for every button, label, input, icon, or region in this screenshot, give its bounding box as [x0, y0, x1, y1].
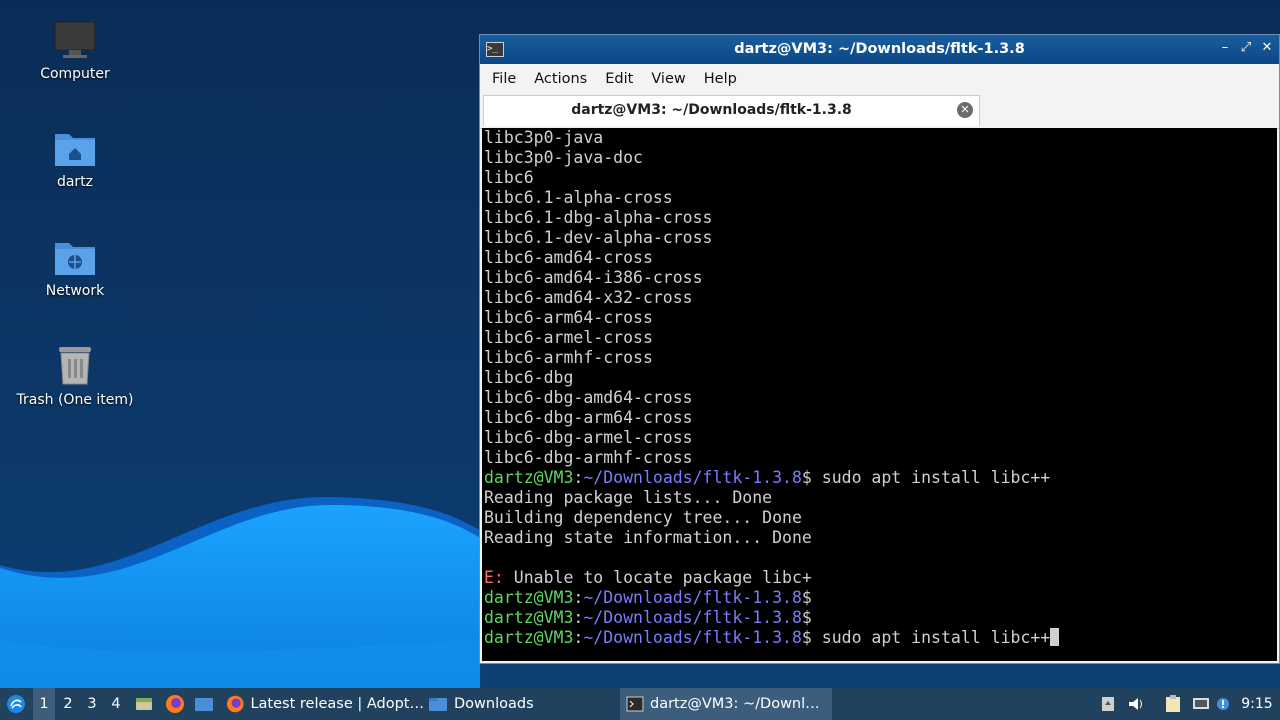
trash-icon	[59, 347, 91, 385]
prompt-user: dartz@VM3	[484, 628, 574, 647]
desktop-icon-label: dartz	[56, 174, 94, 190]
output-line: Building dependency tree... Done	[484, 508, 802, 527]
folder-icon	[429, 698, 447, 711]
prompt-path: ~/Downloads/fltk-1.3.8	[583, 628, 802, 647]
desktop-icon-label: Trash (One item)	[16, 392, 134, 408]
tab-bar: dartz@VM3: ~/Downloads/fltk-1.3.8 ✕	[480, 94, 1279, 129]
workspace-1[interactable]: 1	[33, 688, 55, 720]
desktop-icon-label: Computer	[40, 66, 110, 82]
desktop-icon-label: Network	[45, 283, 105, 299]
maximize-button[interactable]: ⤢	[1238, 40, 1254, 55]
error-line: E: Unable to locate package libc+	[482, 568, 1277, 588]
menu-help[interactable]: Help	[695, 71, 746, 87]
lubuntu-logo-icon	[7, 695, 25, 713]
window-titlebar[interactable]: >_ dartz@VM3: ~/Downloads/fltk-1.3.8 – ⤢…	[480, 35, 1279, 64]
firefox-icon	[226, 695, 244, 713]
task-terminal[interactable]: dartz@VM3: ~/Downl…	[620, 688, 832, 720]
minimize-button[interactable]: –	[1217, 40, 1233, 55]
output-line: libc3p0-java-doc	[484, 148, 643, 167]
menu-bar: File Actions Edit View Help	[480, 64, 1279, 94]
desktop-icon-network[interactable]: Network	[10, 237, 140, 299]
output-line: libc6-dbg-amd64-cross	[484, 388, 693, 407]
file-manager-icon	[136, 698, 152, 710]
prompt-user: dartz@VM3	[484, 468, 574, 487]
workspace-3[interactable]: 3	[81, 688, 103, 720]
text-cursor	[1050, 628, 1060, 646]
home-folder-icon	[55, 134, 95, 166]
prompt-line: dartz@VM3:~/Downloads/fltk-1.3.8$ sudo a…	[482, 628, 1277, 648]
output-line: libc6.1-alpha-cross	[484, 188, 673, 207]
firefox-launcher[interactable]	[163, 688, 187, 720]
tab-label: dartz@VM3: ~/Downloads/fltk-1.3.8	[571, 102, 852, 118]
prompt-line: dartz@VM3:~/Downloads/fltk-1.3.8$ sudo a…	[484, 468, 1051, 487]
terminal-window[interactable]: >_ dartz@VM3: ~/Downloads/fltk-1.3.8 – ⤢…	[479, 34, 1280, 664]
window-title: dartz@VM3: ~/Downloads/fltk-1.3.8	[734, 41, 1025, 57]
output-line: libc6-amd64-x32-cross	[484, 288, 693, 307]
output-line: libc6-dbg-arm64-cross	[484, 408, 693, 427]
desktop-icon-trash[interactable]: Trash (One item)	[10, 344, 140, 408]
desktop-icon-home[interactable]: dartz	[10, 128, 140, 190]
output-line: libc6-dbg	[484, 368, 574, 387]
terminal-icon	[626, 696, 644, 712]
close-button[interactable]: ✕	[1259, 40, 1275, 55]
prompt-user: dartz@VM3	[484, 608, 574, 627]
output-line: Reading package lists... Done	[484, 488, 773, 507]
output-line: libc6.1-dbg-alpha-cross	[484, 208, 713, 227]
command-text: sudo apt install libc++	[821, 628, 1051, 647]
error-prefix: E:	[484, 568, 504, 587]
task-label: Latest release | Adopt…	[250, 696, 424, 712]
prompt-path: ~/Downloads/fltk-1.3.8	[583, 468, 802, 487]
taskbar: 1 2 3 4 Latest release | Adopt… Download…	[0, 688, 1280, 720]
menu-view[interactable]: View	[642, 71, 694, 87]
task-downloads[interactable]: Downloads	[422, 688, 624, 720]
network-status-icon[interactable]	[1190, 688, 1212, 720]
folder-icon	[195, 698, 213, 711]
firefox-icon	[166, 695, 184, 713]
output-line: libc6-dbg-armel-cross	[484, 428, 693, 447]
folder-launcher[interactable]	[192, 688, 216, 720]
desktop-icon-computer[interactable]: Computer	[10, 20, 140, 82]
output-line: libc6-dbg-armhf-cross	[484, 448, 693, 467]
workspace-4[interactable]: 4	[105, 688, 127, 720]
tray-updates-icon[interactable]	[1098, 688, 1118, 720]
prompt-line: dartz@VM3:~/Downloads/fltk-1.3.8$	[484, 608, 812, 627]
prompt-path: ~/Downloads/fltk-1.3.8	[583, 588, 802, 607]
menu-actions[interactable]: Actions	[525, 71, 596, 87]
output-line: libc6-amd64-i386-cross	[484, 268, 703, 287]
output-line: libc6-armhf-cross	[484, 348, 653, 367]
output-line: libc6	[484, 168, 534, 187]
workspace-2[interactable]: 2	[57, 688, 79, 720]
notification-icon[interactable]	[1215, 688, 1231, 720]
task-label: dartz@VM3: ~/Downl…	[650, 696, 820, 712]
computer-icon	[54, 21, 96, 58]
terminal-output[interactable]: libc3p0-java libc3p0-java-doc libc6 libc6.1…	[482, 128, 1277, 661]
output-line: libc3p0-java	[484, 128, 604, 147]
task-firefox[interactable]: Latest release | Adopt…	[220, 688, 430, 720]
prompt-path: ~/Downloads/fltk-1.3.8	[583, 608, 802, 627]
clipboard-icon[interactable]	[1163, 688, 1183, 720]
volume-icon[interactable]	[1126, 688, 1146, 720]
start-menu-button[interactable]	[4, 688, 28, 720]
terminal-tab[interactable]: dartz@VM3: ~/Downloads/fltk-1.3.8 ✕	[483, 95, 980, 126]
menu-file[interactable]: File	[483, 71, 525, 87]
show-desktop-button[interactable]	[133, 688, 155, 720]
prompt-user: dartz@VM3	[484, 588, 574, 607]
menu-edit[interactable]: Edit	[596, 71, 642, 87]
command-text: sudo apt install libc++	[821, 468, 1051, 487]
output-line: libc6.1-dev-alpha-cross	[484, 228, 713, 247]
error-text: Unable to locate package libc+	[503, 568, 812, 587]
output-line: Reading state information... Done	[484, 528, 812, 547]
clock[interactable]: 9:15	[1240, 688, 1274, 720]
task-label: Downloads	[454, 696, 534, 712]
prompt-line: dartz@VM3:~/Downloads/fltk-1.3.8$	[484, 588, 812, 607]
network-folder-icon	[55, 243, 95, 275]
tab-close-icon[interactable]: ✕	[957, 102, 973, 118]
output-line: libc6-armel-cross	[484, 328, 653, 347]
output-line: libc6-amd64-cross	[484, 248, 653, 267]
output-list: libc3p0-java libc3p0-java-doc libc6 libc6.1…	[482, 128, 1277, 468]
output-line: libc6-arm64-cross	[484, 308, 653, 327]
